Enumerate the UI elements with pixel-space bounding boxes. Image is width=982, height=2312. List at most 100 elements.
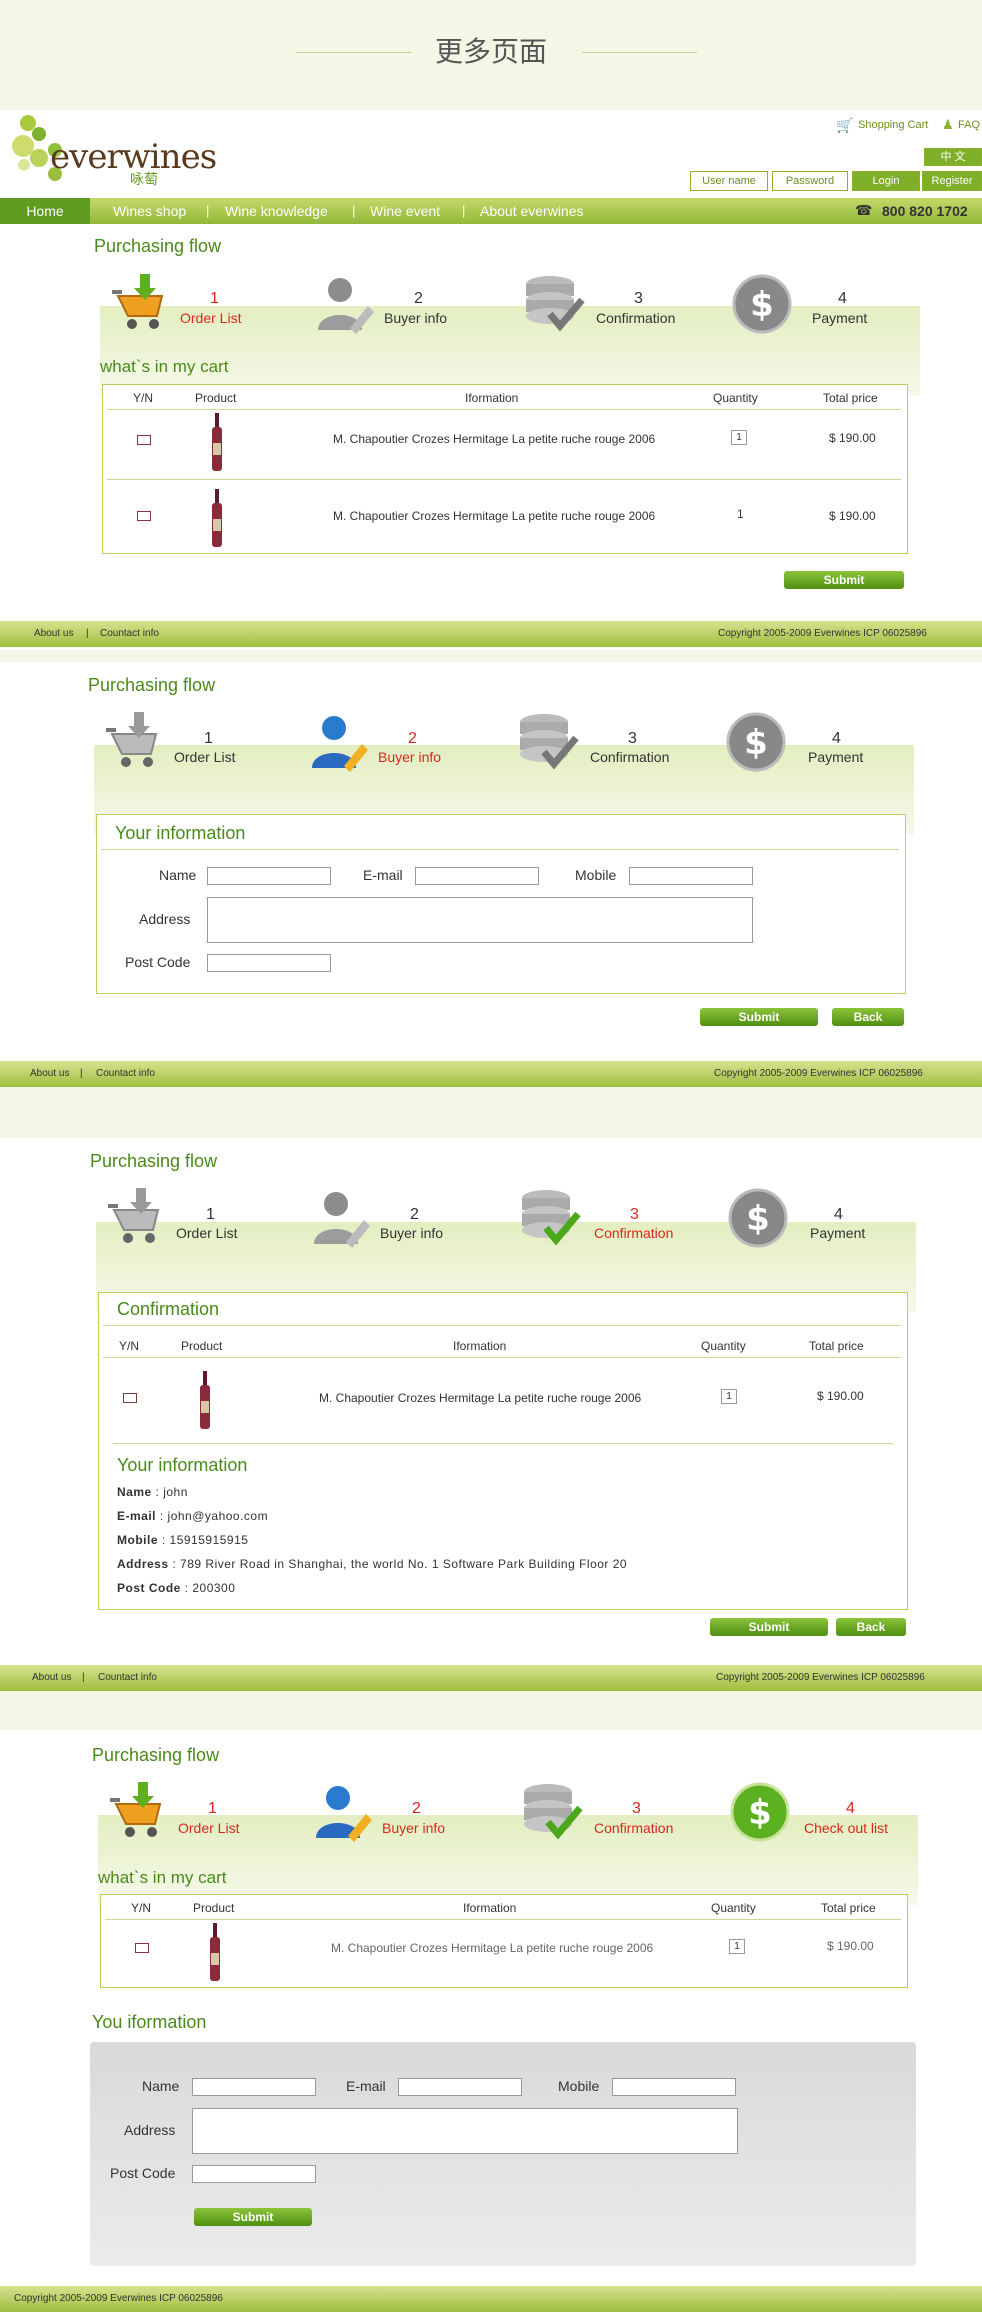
wine-bottle-image bbox=[200, 1371, 210, 1429]
mobile-input[interactable] bbox=[612, 2078, 736, 2096]
footer-about-link[interactable]: About us bbox=[32, 1665, 71, 1691]
shopping-cart-link[interactable]: Shopping Cart bbox=[858, 119, 928, 131]
purchasing-flow-title: Purchasing flow bbox=[90, 1151, 218, 1171]
name-label: Name bbox=[142, 2078, 180, 2094]
footer-contact-link[interactable]: Countact info bbox=[96, 1061, 155, 1087]
nav-wines-shop[interactable]: Wines shop bbox=[113, 198, 186, 224]
footer-contact-link[interactable]: Countact info bbox=[100, 621, 159, 647]
login-button[interactable]: Login bbox=[852, 171, 920, 191]
email-input[interactable] bbox=[415, 867, 539, 885]
quantity-input[interactable]: 1 bbox=[729, 1939, 745, 1954]
col-product: Product bbox=[195, 391, 237, 405]
step-4-label: Check out list bbox=[804, 1820, 889, 1836]
submit-button[interactable]: Submit bbox=[700, 1008, 818, 1026]
step-2-label: Buyer info bbox=[384, 310, 448, 326]
nav-home[interactable]: Home bbox=[0, 198, 90, 224]
address-input[interactable] bbox=[207, 897, 753, 943]
item-information: M. Chapoutier Crozes Hermitage La petite… bbox=[331, 1941, 654, 1955]
page-title: 更多页面 bbox=[434, 35, 547, 68]
svg-text:$: $ bbox=[748, 1793, 772, 1833]
col-product: Product bbox=[193, 1901, 235, 1915]
wine-bottle-image bbox=[212, 413, 222, 471]
dollar-icon-active: $ bbox=[730, 1782, 790, 1842]
address-label: Address bbox=[124, 2122, 176, 2138]
footer: About us | Countact info Copyright 2005-… bbox=[0, 1665, 982, 1691]
email-label: E-mail bbox=[346, 2078, 386, 2094]
back-button[interactable]: Back bbox=[836, 1618, 906, 1636]
step-2-number: 2 bbox=[410, 1206, 419, 1223]
logo[interactable]: everwines 咏萄 bbox=[12, 115, 217, 195]
step-3-label: Confirmation bbox=[596, 310, 676, 326]
cart-icon bbox=[106, 712, 158, 767]
footer-separator: | bbox=[86, 628, 89, 639]
submit-button[interactable]: Submit bbox=[784, 571, 904, 589]
name-label: Name bbox=[159, 867, 197, 883]
step-2-number: 2 bbox=[414, 290, 423, 307]
footer-about-link[interactable]: About us bbox=[30, 1061, 69, 1087]
back-button[interactable]: Back bbox=[832, 1008, 904, 1026]
col-total-price: Total price bbox=[823, 391, 878, 405]
brand-name-cn: 咏萄 bbox=[130, 172, 158, 188]
footer-separator: | bbox=[82, 1672, 85, 1683]
divider bbox=[101, 849, 899, 850]
step-4-number: 4 bbox=[832, 730, 841, 747]
item-information: M. Chapoutier Crozes Hermitage La petite… bbox=[333, 432, 656, 446]
confirm-mobile: Mobile : 15915915915 bbox=[117, 1533, 249, 1547]
quantity-input[interactable]: 1 bbox=[721, 1389, 737, 1404]
address-input[interactable] bbox=[192, 2108, 738, 2154]
database-check-icon bbox=[520, 714, 579, 770]
confirm-postcode: Post Code : 200300 bbox=[117, 1581, 236, 1595]
checkout-form: Name E-mail Mobile Address Post Code Sub… bbox=[90, 2042, 916, 2266]
select-checkbox[interactable] bbox=[137, 435, 151, 445]
col-information: Iformation bbox=[463, 1901, 517, 1915]
register-button[interactable]: Register bbox=[922, 171, 982, 191]
postcode-input[interactable] bbox=[207, 954, 331, 972]
your-info-title: You iformation bbox=[92, 2012, 207, 2032]
footer-about-link[interactable]: About us bbox=[34, 621, 73, 647]
nav-about-everwines[interactable]: About everwines bbox=[480, 198, 584, 224]
item-price: $ 190.00 bbox=[817, 1389, 864, 1403]
col-total-price: Total price bbox=[809, 1339, 864, 1353]
mobile-input[interactable] bbox=[629, 867, 753, 885]
nav-wine-event[interactable]: Wine event bbox=[370, 198, 440, 224]
divider bbox=[105, 1919, 901, 1920]
nav-wine-knowledge[interactable]: Wine knowledge bbox=[225, 198, 328, 224]
select-checkbox[interactable] bbox=[123, 1393, 137, 1403]
quantity-input[interactable]: 1 bbox=[731, 430, 747, 445]
step-1-label: Order List bbox=[174, 749, 236, 765]
database-check-icon-active bbox=[524, 1784, 583, 1840]
col-quantity: Quantity bbox=[701, 1339, 746, 1353]
name-input[interactable] bbox=[192, 2078, 316, 2096]
postcode-label: Post Code bbox=[125, 954, 191, 970]
submit-button[interactable]: Submit bbox=[194, 2208, 312, 2226]
purchasing-flow-title: Purchasing flow bbox=[94, 236, 222, 256]
confirmation-box: Confirmation Y/N Product Iformation Quan… bbox=[98, 1292, 908, 1610]
dollar-icon: $ bbox=[726, 712, 786, 772]
step-4-label: Payment bbox=[810, 1225, 866, 1241]
select-checkbox[interactable] bbox=[135, 1943, 149, 1953]
shopping-cart-icon[interactable]: 🛒 bbox=[836, 117, 853, 134]
language-button[interactable]: 中 文 bbox=[924, 148, 982, 166]
mobile-label: Mobile bbox=[575, 867, 617, 883]
postcode-input[interactable] bbox=[192, 2165, 316, 2183]
col-yn: Y/N bbox=[133, 391, 154, 405]
your-info-title: Your information bbox=[117, 1455, 248, 1475]
item-price: $ 190.00 bbox=[829, 431, 876, 445]
email-label: E-mail bbox=[363, 867, 403, 883]
purchasing-flow-title: Purchasing flow bbox=[92, 1745, 220, 1765]
step-4-label: Payment bbox=[808, 749, 864, 765]
step-4-label: Payment bbox=[812, 310, 868, 326]
username-field[interactable]: User name bbox=[690, 171, 768, 191]
footer-contact-link[interactable]: Countact info bbox=[98, 1665, 157, 1691]
step-1-number: 1 bbox=[210, 290, 219, 307]
wine-bottle-image bbox=[210, 1923, 220, 1981]
password-field[interactable]: Password bbox=[772, 171, 848, 191]
submit-button[interactable]: Submit bbox=[710, 1618, 828, 1636]
footer-copyright: Copyright 2005-2009 Everwines ICP 060258… bbox=[718, 628, 927, 639]
faq-link[interactable]: FAQ bbox=[958, 119, 980, 131]
title-divider-right bbox=[582, 52, 697, 53]
name-input[interactable] bbox=[207, 867, 331, 885]
confirm-name: Name : john bbox=[117, 1485, 188, 1499]
select-checkbox[interactable] bbox=[137, 511, 151, 521]
email-input[interactable] bbox=[398, 2078, 522, 2096]
